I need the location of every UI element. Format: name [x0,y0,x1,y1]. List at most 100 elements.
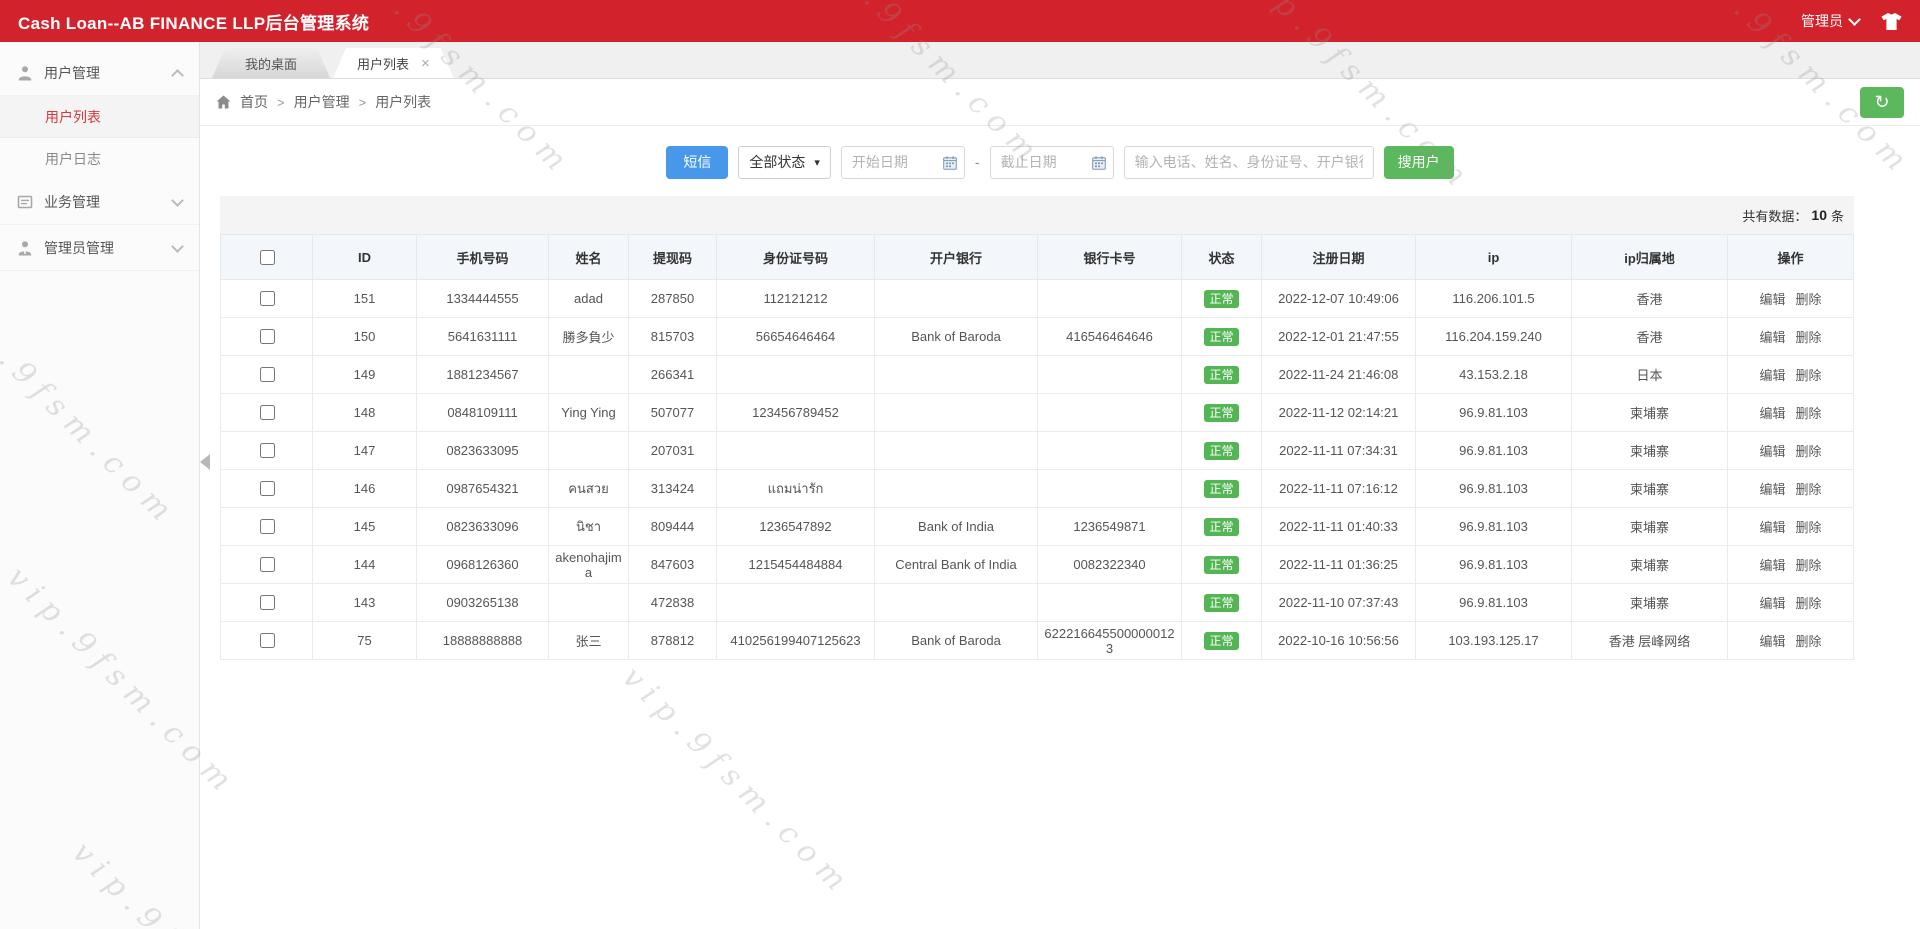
cell-actions: 编辑删除 [1728,508,1854,546]
cell-name: Ying Ying [549,394,629,432]
delete-link[interactable]: 删除 [1796,330,1822,345]
row-checkbox[interactable] [260,367,275,382]
cell-region: 柬埔寨 [1572,470,1728,508]
cell-actions: 编辑删除 [1728,470,1854,508]
row-checkbox[interactable] [260,329,275,344]
tab-my-desktop[interactable]: 我的桌面 [212,48,330,78]
business-icon [17,194,33,210]
cell-region: 柬埔寨 [1572,394,1728,432]
column-header: 姓名 [549,235,629,280]
row-checkbox[interactable] [260,633,275,648]
edit-link[interactable]: 编辑 [1759,634,1785,649]
edit-link[interactable]: 编辑 [1759,520,1785,535]
delete-link[interactable]: 删除 [1796,406,1822,421]
cell-code: 809444 [629,508,717,546]
column-header: 开户银行 [875,235,1038,280]
cell-ip: 116.206.101.5 [1416,280,1572,318]
cell-code: 507077 [629,394,717,432]
theme-tshirt-icon[interactable] [1881,13,1902,30]
cell-id_card: 1215454484884 [717,546,875,584]
delete-link[interactable]: 删除 [1796,482,1822,497]
cell-card [1038,280,1182,318]
cell-card [1038,432,1182,470]
admin-icon [17,240,33,256]
cell-ip: 96.9.81.103 [1416,508,1572,546]
cell-phone: 0823633095 [417,432,549,470]
table-row: 1450823633096นิชา8094441236547892Bank of… [221,508,1854,546]
close-icon[interactable]: × [421,56,430,71]
delete-link[interactable]: 删除 [1796,596,1822,611]
home-icon [216,95,231,109]
sidebar-collapse-handle[interactable] [200,442,216,482]
delete-link[interactable]: 删除 [1796,520,1822,535]
select-all-checkbox[interactable] [260,250,275,265]
edit-link[interactable]: 编辑 [1759,444,1785,459]
cell-phone: 1334444555 [417,280,549,318]
column-header: ip [1416,235,1572,280]
row-checkbox[interactable] [260,291,275,306]
edit-link[interactable]: 编辑 [1759,292,1785,307]
cell-ip: 96.9.81.103 [1416,394,1572,432]
cell-ip: 96.9.81.103 [1416,432,1572,470]
sidebar-group-label: 业务管理 [44,192,100,212]
delete-link[interactable]: 删除 [1796,368,1822,383]
keyword-search-input[interactable] [1125,154,1373,170]
breadcrumb-user-list[interactable]: 用户列表 [375,92,431,112]
row-checkbox[interactable] [260,519,275,534]
status-select[interactable]: 全部状态 ▾ [738,146,831,179]
row-checkbox[interactable] [260,405,275,420]
edit-link[interactable]: 编辑 [1759,596,1785,611]
breadcrumb-home[interactable]: 首页 [240,92,268,112]
table-row: 1460987654321คนสวย313424แถมน่ารัก正常2022-… [221,470,1854,508]
cell-code: 313424 [629,470,717,508]
table-row: 1470823633095207031正常2022-11-11 07:34:31… [221,432,1854,470]
status-select-value: 全部状态 [749,152,805,172]
table-row: 1480848109111Ying Ying507077123456789452… [221,394,1854,432]
cell-card [1038,356,1182,394]
row-checkbox[interactable] [260,443,275,458]
admin-menu[interactable]: 管理员 [1801,11,1859,31]
delete-link[interactable]: 删除 [1796,634,1822,649]
sidebar-group-admin-management[interactable]: 管理员管理 [0,225,199,271]
cell-bank: Bank of Baroda [875,318,1038,356]
cell-region: 柬埔寨 [1572,432,1728,470]
refresh-button[interactable]: ↻ [1860,87,1904,118]
delete-link[interactable]: 删除 [1796,444,1822,459]
edit-link[interactable]: 编辑 [1759,330,1785,345]
cell-region: 柬埔寨 [1572,546,1728,584]
cell-ip: 103.193.125.17 [1416,622,1572,660]
breadcrumb-user-management[interactable]: 用户管理 [294,92,350,112]
filter-toolbar: 短信 全部状态 ▾ - 搜用户 [200,145,1920,179]
search-user-button[interactable]: 搜用户 [1384,146,1454,179]
delete-link[interactable]: 删除 [1796,292,1822,307]
sidebar-item-user-log[interactable]: 用户日志 [0,138,199,179]
row-checkbox[interactable] [260,557,275,572]
cell-phone: 0968126360 [417,546,549,584]
admin-app: Cash Loan--AB FINANCE LLP后台管理系统 管理员 用户管理… [0,0,1920,929]
cell-date: 2022-11-11 07:16:12 [1262,470,1416,508]
sidebar-group-business-management[interactable]: 业务管理 [0,179,199,225]
edit-link[interactable]: 编辑 [1759,368,1785,383]
cell-name: นิชา [549,508,629,546]
edit-link[interactable]: 编辑 [1759,406,1785,421]
tab-user-list[interactable]: 用户列表 × [333,48,454,78]
tab-label: 我的桌面 [245,54,297,73]
sms-button[interactable]: 短信 [666,146,728,179]
status-badge: 正常 [1204,442,1238,460]
row-checkbox[interactable] [260,595,275,610]
edit-link[interactable]: 编辑 [1759,558,1785,573]
cell-name: 张三 [549,622,629,660]
top-header-bar: Cash Loan--AB FINANCE LLP后台管理系统 管理员 [0,0,1920,42]
cell-region: 柬埔寨 [1572,508,1728,546]
table-row: 7518888888888张三878812410256199407125623B… [221,622,1854,660]
sidebar-group-user-management[interactable]: 用户管理 [0,50,199,96]
sidebar-item-user-list[interactable]: 用户列表 [0,96,199,138]
user-table-panel: 共有数据： 10 条 [220,196,1854,660]
row-checkbox[interactable] [260,481,275,496]
cell-date: 2022-11-11 01:40:33 [1262,508,1416,546]
cell-actions: 编辑删除 [1728,280,1854,318]
delete-link[interactable]: 删除 [1796,558,1822,573]
edit-link[interactable]: 编辑 [1759,482,1785,497]
tab-bar: 我的桌面 用户列表 × [200,42,1920,79]
cell-id_card [717,432,875,470]
